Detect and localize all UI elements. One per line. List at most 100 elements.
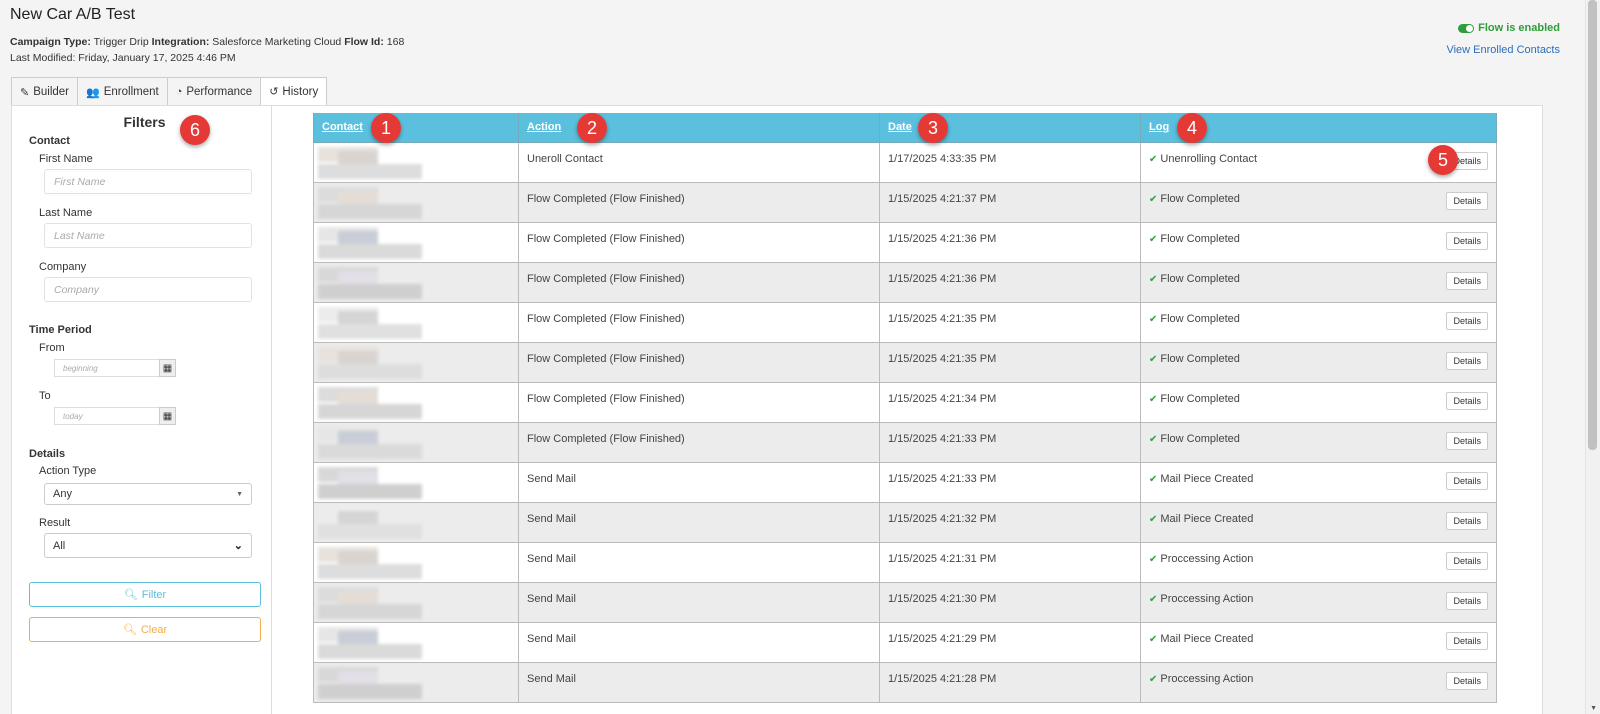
calendar-icon[interactable]: ▦ xyxy=(159,359,176,377)
contact-cell[interactable] xyxy=(313,501,519,543)
last-name-label: Last Name xyxy=(39,207,93,219)
contact-cell[interactable] xyxy=(313,301,519,343)
company-input[interactable]: Company xyxy=(44,277,252,302)
contact-section-heading: Contact xyxy=(29,135,70,147)
date-cell: 1/15/2025 4:21:34 PM xyxy=(879,381,1141,423)
calendar-icon[interactable]: ▦ xyxy=(159,407,176,425)
sort-date-link[interactable]: Date xyxy=(888,121,912,133)
history-table: Contact Action Date Log Uneroll Contact 1… xyxy=(313,113,1497,703)
contact-cell[interactable] xyxy=(313,141,519,183)
details-button[interactable]: Details xyxy=(1446,471,1488,490)
annotation-badge-6: 6 xyxy=(180,115,210,145)
to-date-input[interactable]: today xyxy=(54,407,160,425)
tab-builder[interactable]: ✎ Builder xyxy=(11,77,79,106)
check-circle-icon: ✔ xyxy=(1149,353,1158,365)
last-name-input[interactable]: Last Name xyxy=(44,223,252,248)
details-button[interactable]: Details xyxy=(1446,351,1488,370)
redacted-contact-image xyxy=(318,466,422,499)
details-button[interactable]: Details xyxy=(1446,311,1488,330)
main-panel: Filters Contact First Name First Name La… xyxy=(11,105,1543,714)
contact-cell[interactable] xyxy=(313,541,519,583)
contact-cell[interactable] xyxy=(313,621,519,663)
details-button[interactable]: Details xyxy=(1446,431,1488,450)
log-cell: ✔ Flow Completed Details xyxy=(1140,261,1497,303)
contact-cell[interactable] xyxy=(313,181,519,223)
integration-label: Integration: xyxy=(151,36,210,48)
campaign-meta: Campaign Type: Trigger Drip Integration:… xyxy=(10,36,404,48)
sort-log-link[interactable]: Log xyxy=(1149,121,1169,133)
table-row: Send Mail 1/15/2025 4:21:31 PM ✔ Proccessin… xyxy=(313,541,1497,583)
action-cell: Send Mail xyxy=(518,621,880,663)
contact-cell[interactable] xyxy=(313,421,519,463)
date-cell: 1/15/2025 4:21:35 PM xyxy=(879,301,1141,343)
annotation-badge-4: 4 xyxy=(1177,113,1207,143)
clear-button[interactable]: 🔍︎ Clear xyxy=(29,617,261,642)
page-scrollbar[interactable]: ▼ xyxy=(1585,0,1600,714)
sort-action-link[interactable]: Action xyxy=(527,121,561,133)
contact-cell[interactable] xyxy=(313,581,519,623)
redacted-contact-image xyxy=(318,306,422,339)
contact-cell[interactable] xyxy=(313,381,519,423)
column-header-contact[interactable]: Contact xyxy=(313,113,519,143)
table-row: Flow Completed (Flow Finished) 1/15/2025 … xyxy=(313,181,1497,223)
table-row: Send Mail 1/15/2025 4:21:29 PM ✔ Mail Piece… xyxy=(313,621,1497,663)
log-text: Mail Piece Created xyxy=(1160,632,1254,645)
date-cell: 1/15/2025 4:21:32 PM xyxy=(879,501,1141,543)
result-select[interactable]: All ⌄ xyxy=(44,533,252,558)
filter-button[interactable]: 🔍︎ Filter xyxy=(29,582,261,607)
toggle-on-icon[interactable] xyxy=(1458,23,1475,33)
log-text: Flow Completed xyxy=(1160,232,1240,245)
log-text: Flow Completed xyxy=(1160,352,1240,365)
action-cell: Flow Completed (Flow Finished) xyxy=(518,221,880,263)
redacted-contact-image xyxy=(318,666,422,699)
history-table-wrap: Contact Action Date Log Uneroll Contact 1… xyxy=(313,113,1497,703)
details-button[interactable]: Details xyxy=(1446,511,1488,530)
log-cell: ✔ Flow Completed Details xyxy=(1140,341,1497,383)
log-text: Proccessing Action xyxy=(1160,672,1254,685)
tab-performance[interactable]: ◔ Performance xyxy=(166,77,262,106)
log-cell: ✔ Mail Piece Created Details xyxy=(1140,501,1497,543)
details-heading: Details xyxy=(29,448,66,460)
log-cell: ✔ Flow Completed Details xyxy=(1140,181,1497,223)
date-cell: 1/15/2025 4:21:36 PM xyxy=(879,261,1141,303)
sort-contact-link[interactable]: Contact xyxy=(322,121,363,133)
check-circle-icon: ✔ xyxy=(1149,513,1158,525)
tab-enrollment[interactable]: 👥 Enrollment xyxy=(77,77,168,106)
filters-panel: Filters Contact First Name First Name La… xyxy=(12,106,272,714)
contact-cell[interactable] xyxy=(313,261,519,303)
tab-history[interactable]: ↺ History xyxy=(260,77,328,106)
details-button[interactable]: Details xyxy=(1446,391,1488,410)
flow-id-label: Flow Id: xyxy=(344,36,384,48)
from-date-input[interactable]: beginning xyxy=(54,359,160,377)
contact-cell[interactable] xyxy=(313,661,519,703)
redacted-contact-image xyxy=(318,626,422,659)
filter-button-label: Filter xyxy=(141,588,167,601)
details-button[interactable]: Details xyxy=(1446,671,1488,690)
check-circle-icon: ✔ xyxy=(1149,553,1158,565)
view-enrolled-contacts-link[interactable]: View Enrolled Contacts xyxy=(1446,44,1560,56)
contact-cell[interactable] xyxy=(313,341,519,383)
first-name-input[interactable]: First Name xyxy=(44,169,252,194)
details-button[interactable]: Details xyxy=(1446,631,1488,650)
to-label: To xyxy=(39,390,51,402)
details-button[interactable]: Details xyxy=(1446,551,1488,570)
date-cell: 1/15/2025 4:21:28 PM xyxy=(879,661,1141,703)
tab-label: History xyxy=(282,85,319,98)
users-icon: 👥 xyxy=(86,86,100,99)
column-header-action[interactable]: Action xyxy=(518,113,880,143)
contact-cell[interactable] xyxy=(313,461,519,503)
scroll-down-arrow-icon[interactable]: ▼ xyxy=(1590,705,1597,712)
log-text: Mail Piece Created xyxy=(1160,512,1254,525)
details-button[interactable]: Details xyxy=(1446,591,1488,610)
contact-cell[interactable] xyxy=(313,221,519,263)
check-circle-icon: ✔ xyxy=(1149,673,1158,685)
date-cell: 1/15/2025 4:21:29 PM xyxy=(879,621,1141,663)
details-button[interactable]: Details xyxy=(1446,271,1488,290)
action-type-select[interactable]: Any ▼ xyxy=(44,483,252,505)
redacted-contact-image xyxy=(318,426,422,459)
details-button[interactable]: Details xyxy=(1446,231,1488,250)
flow-id-value: 168 xyxy=(386,36,405,48)
flow-status[interactable]: Flow is enabled xyxy=(1458,22,1560,34)
details-button[interactable]: Details xyxy=(1446,191,1488,210)
scrollbar-thumb[interactable] xyxy=(1588,0,1597,450)
